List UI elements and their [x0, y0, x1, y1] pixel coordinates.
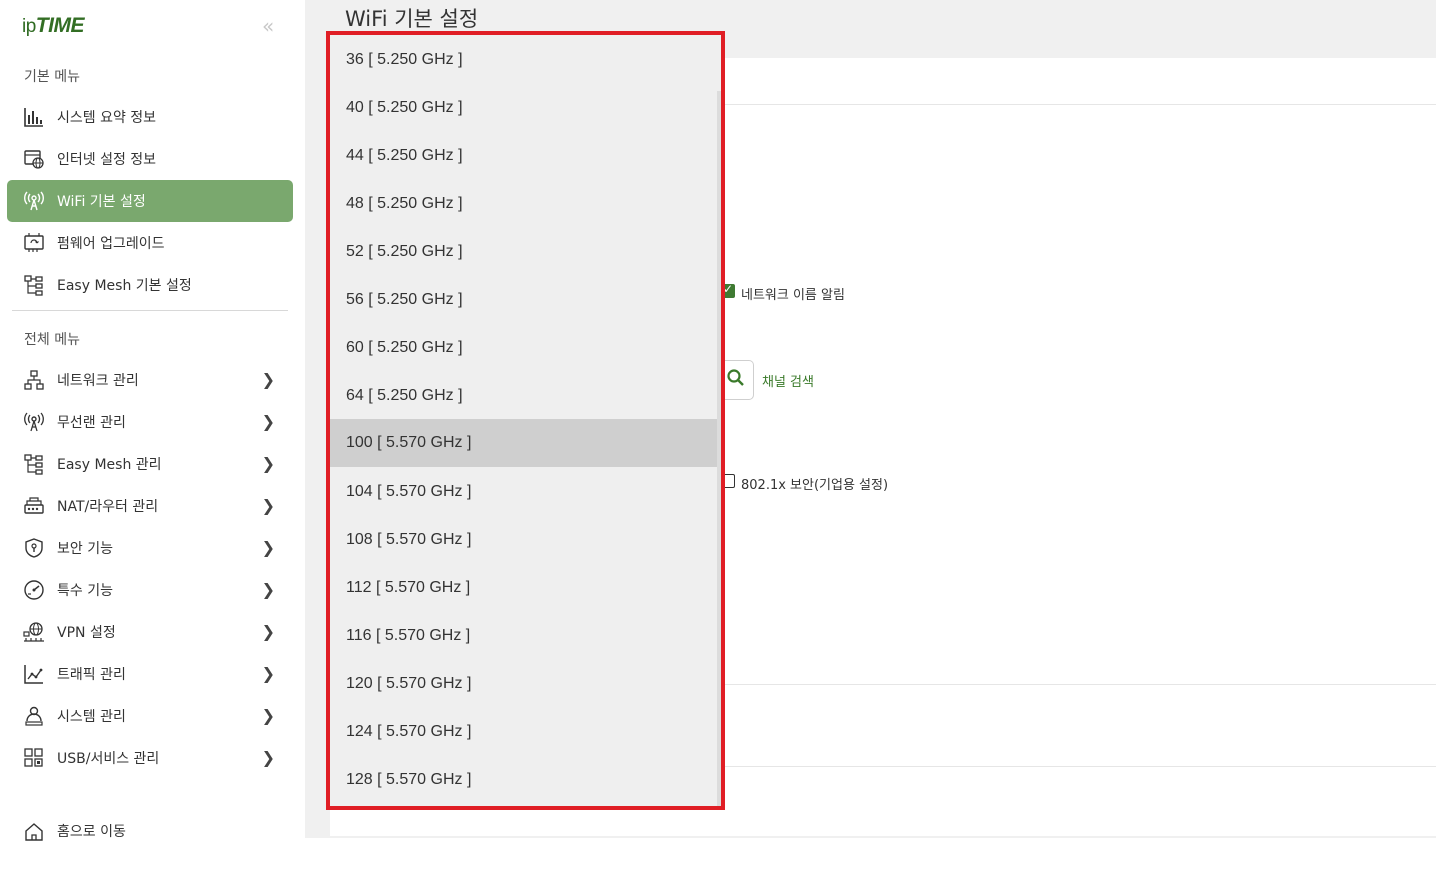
- home-icon: [23, 820, 45, 842]
- chevron-right-icon: ❯: [261, 538, 275, 557]
- sidebar-item-label: 인터넷 설정 정보: [57, 152, 157, 168]
- sidebar-item-label: Easy Mesh 기본 설정: [57, 278, 192, 294]
- sidebar-item-vpn[interactable]: VPN 설정 ❯: [7, 611, 293, 653]
- page-title: WiFi 기본 설정: [345, 7, 479, 31]
- channel-option[interactable]: 120 [ 5.570 GHz ]: [330, 660, 717, 708]
- network-name-notify-label: 네트워크 이름 알림: [741, 288, 845, 303]
- sidebar-item-label: 무선랜 관리: [57, 415, 126, 431]
- sidebar-item-home[interactable]: 홈으로 이동: [7, 810, 293, 852]
- sidebar-item-network[interactable]: 네트워크 관리 ❯: [7, 359, 293, 401]
- channel-option[interactable]: 40 [ 5.250 GHz ]: [330, 84, 717, 132]
- sidebar-item-label: 특수 기능: [57, 583, 113, 599]
- shield-icon: [23, 537, 45, 559]
- channel-option-selected[interactable]: 100 [ 5.570 GHz ]: [330, 419, 717, 467]
- sidebar-item-nat-router[interactable]: NAT/라우터 관리 ❯: [7, 485, 293, 527]
- chevron-right-icon: ❯: [261, 496, 275, 515]
- sidebar-divider: [12, 310, 288, 311]
- sidebar-item-label: 시스템 관리: [57, 709, 126, 725]
- admin-user-icon: [23, 705, 45, 727]
- iptime-logo[interactable]: ipTIME: [22, 14, 84, 38]
- dropdown-scrollbar[interactable]: [717, 91, 721, 806]
- wireless-icon: [23, 411, 45, 433]
- sidebar-item-usb-service[interactable]: USB/서비스 관리 ❯: [7, 737, 293, 779]
- sidebar-item-system[interactable]: 시스템 관리 ❯: [7, 695, 293, 737]
- basic-menu-heading: 기본 메뉴: [24, 69, 80, 85]
- chevron-right-icon: ❯: [261, 664, 275, 683]
- sidebar-item-label: 시스템 요약 정보: [57, 110, 157, 126]
- sidebar-item-wifi-basic[interactable]: WiFi 기본 설정: [7, 180, 293, 222]
- channel-option[interactable]: 52 [ 5.250 GHz ]: [330, 228, 717, 276]
- sidebar-item-wireless[interactable]: 무선랜 관리 ❯: [7, 401, 293, 443]
- chevron-right-icon: ❯: [261, 370, 275, 389]
- collapse-sidebar-icon[interactable]: «: [262, 14, 274, 38]
- channel-option[interactable]: 116 [ 5.570 GHz ]: [330, 612, 717, 660]
- sidebar-item-label: 보안 기능: [57, 541, 113, 557]
- channel-option[interactable]: 112 [ 5.570 GHz ]: [330, 564, 717, 612]
- channel-option[interactable]: 36 [ 5.250 GHz ]: [330, 36, 717, 84]
- gauge-icon: [23, 579, 45, 601]
- router-icon: [23, 495, 45, 517]
- mesh-tree-icon: [23, 274, 45, 296]
- bar-chart-icon: [23, 106, 45, 128]
- sidebar-item-system-summary[interactable]: 시스템 요약 정보: [7, 96, 293, 138]
- sidebar-item-label: NAT/라우터 관리: [57, 499, 159, 515]
- channel-option[interactable]: 44 [ 5.250 GHz ]: [330, 132, 717, 180]
- sidebar-item-internet-settings[interactable]: 인터넷 설정 정보: [7, 138, 293, 180]
- channel-option[interactable]: 60 [ 5.250 GHz ]: [330, 324, 717, 372]
- sidebar-item-label: Easy Mesh 관리: [57, 457, 162, 473]
- channel-option[interactable]: 108 [ 5.570 GHz ]: [330, 516, 717, 564]
- firmware-chip-icon: [23, 232, 45, 254]
- search-icon: [726, 368, 746, 392]
- sidebar-item-label: 홈으로 이동: [57, 824, 126, 840]
- sidebar-item-label: USB/서비스 관리: [57, 751, 160, 767]
- internet-settings-icon: [23, 148, 45, 170]
- channel-option[interactable]: 104 [ 5.570 GHz ]: [330, 468, 717, 516]
- sidebar-item-label: VPN 설정: [57, 625, 116, 641]
- sidebar-item-label: 네트워크 관리: [57, 373, 139, 389]
- security-8021x-label: 802.1x 보안(기업용 설정): [741, 478, 889, 493]
- wifi-antenna-icon: [23, 190, 45, 212]
- sidebar-item-label: WiFi 기본 설정: [57, 194, 146, 210]
- all-menu-heading: 전체 메뉴: [24, 332, 80, 348]
- channel-option[interactable]: 48 [ 5.250 GHz ]: [330, 180, 717, 228]
- channel-option[interactable]: 64 [ 5.250 GHz ]: [330, 372, 717, 420]
- usb-grid-icon: [23, 747, 45, 769]
- network-icon: [23, 369, 45, 391]
- chevron-right-icon: ❯: [261, 580, 275, 599]
- sidebar-item-traffic[interactable]: 트래픽 관리 ❯: [7, 653, 293, 695]
- channel-option[interactable]: 56 [ 5.250 GHz ]: [330, 276, 717, 324]
- sidebar-item-firmware-upgrade[interactable]: 펌웨어 업그레이드: [7, 222, 293, 264]
- channel-scan-label[interactable]: 채널 검색: [762, 371, 814, 390]
- sidebar-item-special[interactable]: 특수 기능 ❯: [7, 569, 293, 611]
- chevron-right-icon: ❯: [261, 622, 275, 641]
- sidebar: ipTIME « 기본 메뉴 시스템 요약 정보 인터넷 설정 정보 WiFi …: [0, 0, 305, 872]
- chevron-right-icon: ❯: [261, 412, 275, 431]
- chevron-right-icon: ❯: [261, 748, 275, 767]
- page-bottom: [305, 838, 1436, 872]
- channel-dropdown-list[interactable]: 36 [ 5.250 GHz ] 40 [ 5.250 GHz ] 44 [ 5…: [326, 31, 725, 810]
- vpn-globe-icon: [23, 621, 45, 643]
- channel-option[interactable]: 128 [ 5.570 GHz ]: [330, 756, 717, 804]
- chevron-right-icon: ❯: [261, 454, 275, 473]
- chevron-right-icon: ❯: [261, 706, 275, 725]
- sidebar-item-easymesh-basic[interactable]: Easy Mesh 기본 설정: [7, 264, 293, 306]
- sidebar-item-easymesh[interactable]: Easy Mesh 관리 ❯: [7, 443, 293, 485]
- channel-option[interactable]: 124 [ 5.570 GHz ]: [330, 708, 717, 756]
- traffic-chart-icon: [23, 663, 45, 685]
- mesh-tree-icon: [23, 453, 45, 475]
- sidebar-item-label: 펌웨어 업그레이드: [57, 236, 165, 252]
- sidebar-item-security[interactable]: 보안 기능 ❯: [7, 527, 293, 569]
- sidebar-item-label: 트래픽 관리: [57, 667, 126, 683]
